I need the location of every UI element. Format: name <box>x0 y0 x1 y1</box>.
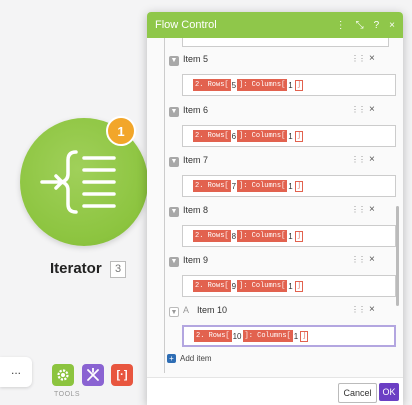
scrollbar[interactable] <box>396 206 399 306</box>
item-label: Item 10 <box>197 305 228 315</box>
drag-handle-icon[interactable]: ⋮⋮ <box>351 155 366 164</box>
row-index: 9 <box>231 281 237 291</box>
plus-icon: + <box>167 354 176 363</box>
more-icon[interactable]: ⋮ <box>336 20 346 31</box>
add-item-label: Add item <box>180 354 212 363</box>
row-index: 10 <box>232 331 242 341</box>
item-value-field[interactable]: 2. Rows[ 8 ]: Columns[ 1 ] <box>182 225 396 247</box>
columns-pill[interactable]: ]: Columns[ <box>237 280 288 292</box>
col-index: 1 <box>288 131 293 141</box>
closing-bracket-pill[interactable]: ] <box>300 330 309 342</box>
iterator-icon <box>40 150 116 214</box>
remove-item-icon[interactable]: × <box>369 104 375 115</box>
closing-bracket-pill[interactable]: ] <box>294 130 303 142</box>
add-item-button[interactable]: + Add item <box>167 354 212 363</box>
rows-pill[interactable]: 2. Rows[ <box>193 79 231 91</box>
collapse-icon[interactable]: ▼ <box>169 307 179 317</box>
columns-pill[interactable]: ]: Columns[ <box>237 79 288 91</box>
col-index: 1 <box>288 231 293 241</box>
item-label: Item 8 <box>183 205 209 215</box>
closing-bracket-pill[interactable]: ] <box>294 280 303 292</box>
columns-pill[interactable]: ]: Columns[ <box>237 230 288 242</box>
previous-item-field <box>182 38 389 47</box>
item-label: Item 7 <box>183 155 209 165</box>
expand-icon[interactable]: ⤡ <box>356 20 364 31</box>
columns-pill[interactable]: ]: Columns[ <box>237 180 288 192</box>
closing-bracket-pill[interactable]: ] <box>294 230 303 242</box>
row-index: 7 <box>231 181 237 191</box>
closing-bracket-pill[interactable]: ] <box>294 79 303 91</box>
remove-item-icon[interactable]: × <box>369 204 375 215</box>
collapse-icon[interactable]: ▼ <box>169 207 179 217</box>
items-rail <box>164 38 165 373</box>
collapse-icon[interactable]: ▼ <box>169 257 179 267</box>
item-value-field[interactable]: 2. Rows[ 6 ]: Columns[ 1 ] <box>182 125 396 147</box>
columns-pill[interactable]: ]: Columns[ <box>237 130 288 142</box>
remove-item-icon[interactable]: × <box>369 254 375 265</box>
flow-control-panel: Flow Control ⋮ ⤡ ? × ▼ Item 5 ⋮⋮ × 2. Ro… <box>147 12 403 405</box>
rows-pill[interactable]: 2. Rows[ <box>194 330 232 342</box>
list-item-active: ▼ A Item 10 ⋮⋮ × 2. Rows[ 10 ]: Columns[… <box>169 304 399 355</box>
item-label: Item 9 <box>183 255 209 265</box>
list-item: ▼ Item 5 ⋮⋮ × 2. Rows[ 5 ]: Columns[ 1 ] <box>169 53 399 104</box>
rows-pill[interactable]: 2. Rows[ <box>193 280 231 292</box>
row-index: 6 <box>231 131 237 141</box>
drag-handle-icon[interactable]: ⋮⋮ <box>351 54 366 63</box>
collapse-icon[interactable]: ▼ <box>169 107 179 117</box>
item-value-field[interactable]: 2. Rows[ 9 ]: Columns[ 1 ] <box>182 275 396 297</box>
collapse-icon[interactable]: ▼ <box>169 56 179 66</box>
remove-item-icon[interactable]: × <box>369 154 375 165</box>
row-index: 5 <box>231 80 237 90</box>
item-value-field[interactable]: 2. Rows[ 5 ]: Columns[ 1 ] <box>182 74 396 96</box>
drag-handle-icon[interactable]: ⋮⋮ <box>351 105 366 114</box>
module-name: Iterator <box>50 260 102 277</box>
cancel-button[interactable]: Cancel <box>338 383 377 403</box>
help-icon[interactable]: ? <box>374 20 380 31</box>
col-index: 1 <box>288 281 293 291</box>
flow-control-icon[interactable] <box>82 364 104 386</box>
col-index: 1 <box>288 80 293 90</box>
columns-pill[interactable]: ]: Columns[ <box>242 330 293 342</box>
item-label: Item 6 <box>183 105 209 115</box>
remove-item-icon[interactable]: × <box>369 304 375 315</box>
drag-handle-icon[interactable]: ⋮⋮ <box>351 305 366 314</box>
item-value-field[interactable]: 2. Rows[ 7 ]: Columns[ 1 ] <box>182 175 396 197</box>
list-item: ▼ Item 8 ⋮⋮ × 2. Rows[ 8 ]: Columns[ 1 ] <box>169 204 399 255</box>
ok-button[interactable]: OK <box>379 383 399 401</box>
drag-handle-icon[interactable]: ⋮⋮ <box>351 255 366 264</box>
remove-item-icon[interactable]: × <box>369 53 375 64</box>
mapping-toggle-icon[interactable]: A <box>183 305 189 315</box>
rows-pill[interactable]: 2. Rows[ <box>193 230 231 242</box>
operations-count-badge: 1 <box>106 116 136 146</box>
drag-handle-icon[interactable]: ⋮⋮ <box>351 205 366 214</box>
more-menu-button[interactable]: ... <box>0 357 32 387</box>
list-item: ▼ Item 9 ⋮⋮ × 2. Rows[ 9 ]: Columns[ 1 ] <box>169 254 399 305</box>
list-item: ▼ Item 6 ⋮⋮ × 2. Rows[ 6 ]: Columns[ 1 ] <box>169 104 399 155</box>
gear-icon[interactable] <box>52 364 74 386</box>
tools-label: TOOLS <box>54 391 81 398</box>
item-value-field[interactable]: 2. Rows[ 10 ]: Columns[ 1 ] <box>182 325 396 347</box>
rows-pill[interactable]: 2. Rows[ <box>193 130 231 142</box>
col-index: 1 <box>288 181 293 191</box>
panel-body: ▼ Item 5 ⋮⋮ × 2. Rows[ 5 ]: Columns[ 1 ]… <box>147 38 403 377</box>
brackets-icon[interactable]: [·] <box>111 364 133 386</box>
col-index: 1 <box>293 331 299 341</box>
rows-pill[interactable]: 2. Rows[ <box>193 180 231 192</box>
module-id-badge: 3 <box>110 261 126 278</box>
panel-title: Flow Control <box>155 19 217 31</box>
row-index: 8 <box>231 231 237 241</box>
panel-header: Flow Control ⋮ ⤡ ? × <box>147 12 403 38</box>
panel-footer: Cancel OK <box>147 377 403 405</box>
closing-bracket-pill[interactable]: ] <box>294 180 303 192</box>
collapse-icon[interactable]: ▼ <box>169 157 179 167</box>
list-item: ▼ Item 7 ⋮⋮ × 2. Rows[ 7 ]: Columns[ 1 ] <box>169 154 399 205</box>
close-icon[interactable]: × <box>389 20 395 31</box>
item-label: Item 5 <box>183 54 209 64</box>
